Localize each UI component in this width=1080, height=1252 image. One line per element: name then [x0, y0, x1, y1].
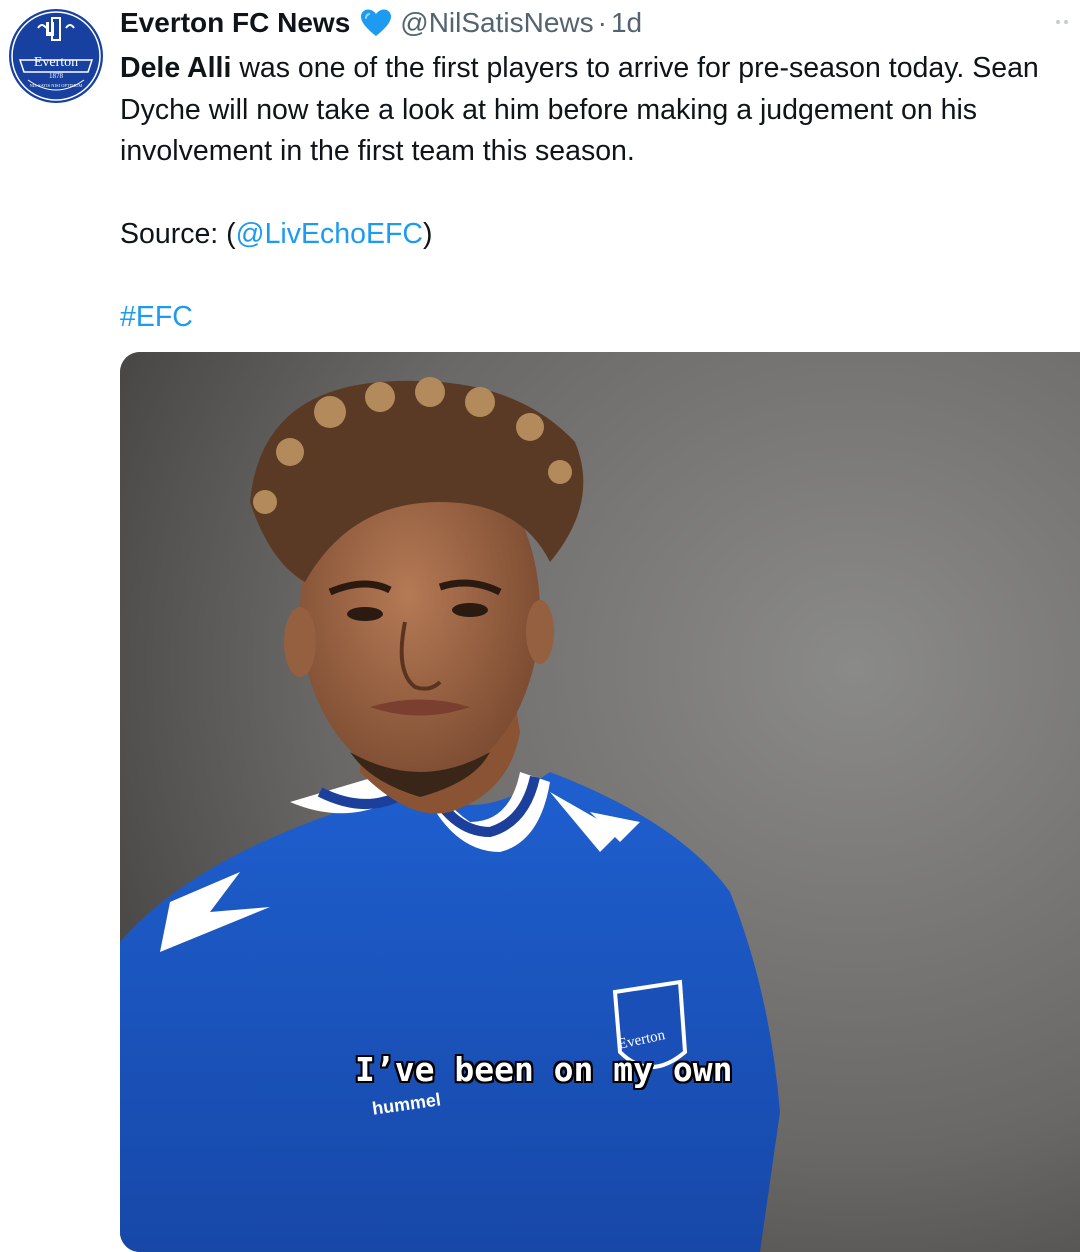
author-handle[interactable]: @NilSatisNews	[400, 7, 593, 39]
tweet-text: Dele Alli was one of the first players t…	[120, 48, 1075, 339]
avatar-badge-label: Everton	[33, 55, 79, 70]
blue-heart-icon	[360, 8, 392, 38]
more-dots-icon[interactable]	[1056, 6, 1076, 26]
hashtag-link[interactable]: #EFC	[120, 301, 193, 333]
player-photo	[120, 352, 1080, 1252]
tweet-header: Everton FC News @NilSatisNews · 1d	[120, 4, 642, 42]
source-suffix: )	[422, 218, 433, 250]
tweet-timestamp[interactable]: 1d	[611, 7, 642, 39]
header-separator: ·	[597, 7, 607, 38]
tweet-media-image[interactable]: Everton hummel I’ve been on my own	[120, 352, 1080, 1252]
tweet-body-bold: Dele Alli	[120, 52, 232, 84]
avatar[interactable]: Everton 1878 NIL SATIS NISI OPTIMUM	[8, 8, 104, 104]
tweet-body-rest: was one of the first players to arrive f…	[120, 52, 1039, 167]
source-mention-link[interactable]: @LivEchoEFC	[236, 218, 423, 250]
video-caption: I’ve been on my own	[355, 1050, 733, 1089]
tweet-source: Source: (@LivEchoEFC)	[120, 214, 1075, 256]
author-display-name[interactable]: Everton FC News	[120, 7, 350, 39]
avatar-motto: NIL SATIS NISI OPTIMUM	[29, 83, 83, 88]
tweet-body: Dele Alli was one of the first players t…	[120, 48, 1075, 173]
source-prefix: Source: (	[120, 218, 236, 250]
avatar-badge-year: 1878	[49, 72, 63, 80]
